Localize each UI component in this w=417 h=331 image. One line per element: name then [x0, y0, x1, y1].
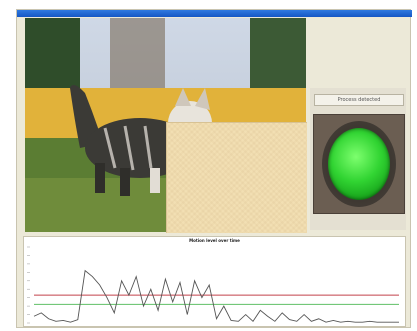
status-label: Process detected [314, 94, 404, 106]
texture-overlay-panel [166, 122, 307, 233]
green-indicator-lamp [328, 128, 390, 200]
chart-plot [27, 246, 399, 324]
title-bar [17, 10, 412, 17]
series-line-0 [33, 269, 399, 323]
indicator-lamp-box [313, 114, 405, 214]
chart-title: Motion level over time [189, 238, 240, 243]
app-window: Process detected Motion level over time [16, 9, 412, 328]
motion-chart: Motion level over time [23, 236, 406, 327]
